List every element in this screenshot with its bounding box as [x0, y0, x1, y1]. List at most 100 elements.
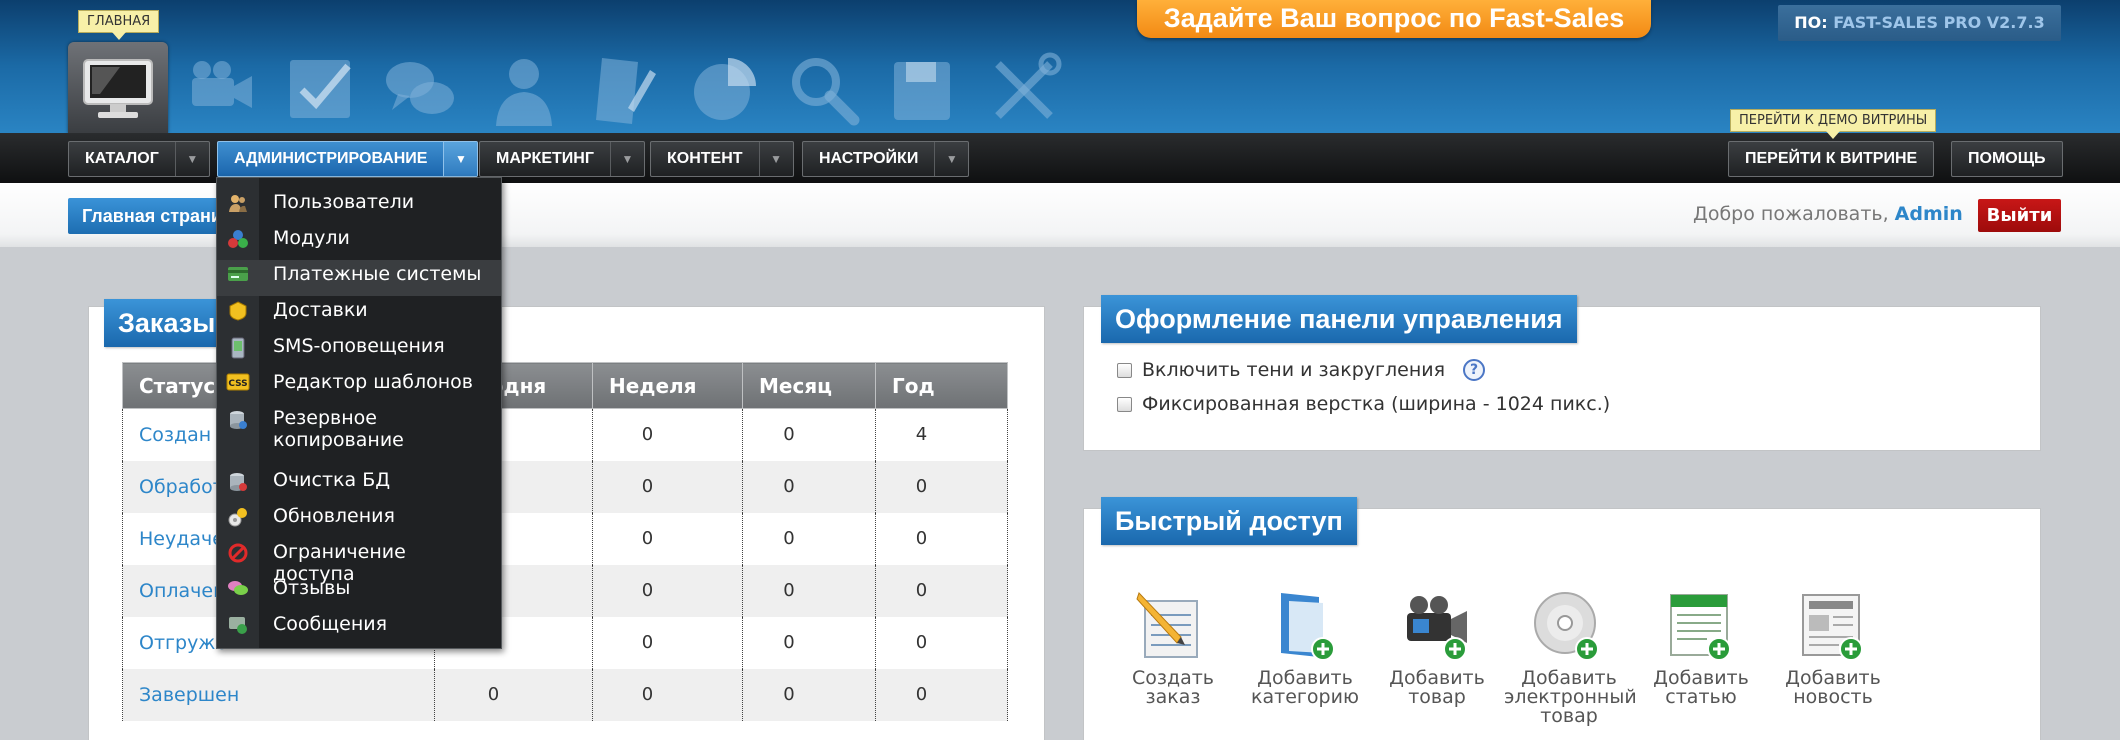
menu-item-label: Доставки	[273, 299, 368, 321]
logout-button[interactable]: Выйти	[1978, 199, 2061, 232]
menu-item-modules[interactable]: Модули	[217, 224, 501, 260]
storefront-button[interactable]: ПЕРЕЙТИ К ВИТРИНЕ	[1728, 141, 1935, 177]
messages-icon	[217, 610, 259, 635]
version-box: ПО: FAST-SALES PRO V2.7.3	[1778, 5, 2061, 41]
menu-administration[interactable]: АДМИНИСТРИРОВАНИЕ ▼	[217, 141, 479, 177]
menu-item-label: SMS-оповещения	[273, 335, 445, 357]
backup-icon	[217, 404, 259, 431]
menu-item-access-restriction[interactable]: Ограничение доступа	[217, 538, 501, 585]
floppy-disk-icon[interactable]	[884, 52, 964, 128]
menu-item-payment-systems[interactable]: Платежные системы	[217, 260, 501, 296]
menu-item-label: Платежные системы	[273, 263, 482, 285]
fixed-layout-option-label: Фиксированная верстка (ширина - 1024 пик…	[1142, 393, 1611, 415]
menu-item-label: Резервное копирование	[273, 407, 404, 451]
home-tooltip: ГЛАВНАЯ	[78, 10, 160, 40]
count-month: 0	[742, 460, 876, 513]
menu-item-reviews[interactable]: Отзывы	[217, 574, 501, 610]
table-row: Завершен 0 0 0 0	[122, 668, 1008, 721]
calendar-check-icon[interactable]	[282, 52, 362, 128]
phone-icon	[217, 332, 259, 359]
add-digital-product-shortcut[interactable]: Добавить электронный товар	[1504, 587, 1637, 727]
menu-catalog[interactable]: КАТАЛОГ ▼	[68, 141, 210, 177]
quick-access-panel: Быстрый доступ Создать заказ Добавить ка…	[1083, 497, 2041, 740]
menu-item-sms[interactable]: SMS-оповещения	[217, 332, 501, 368]
add-category-label: Добавить категорию	[1251, 667, 1359, 708]
breadcrumb[interactable]: Главная страница	[68, 198, 228, 234]
count-year: 0	[875, 512, 1008, 565]
count-week: 0	[592, 460, 743, 513]
chevron-down-icon[interactable]: ▼	[758, 142, 793, 176]
menu-item-label: Пользователи	[273, 191, 415, 213]
menu-item-users[interactable]: Пользователи	[217, 188, 501, 224]
add-article-label: Добавить статью	[1653, 667, 1749, 708]
user-icon[interactable]	[484, 52, 564, 128]
help-button[interactable]: ПОМОЩЬ	[1951, 141, 2063, 177]
magnifier-icon[interactable]	[784, 52, 864, 128]
menu-content-label: КОНТЕНТ	[667, 150, 743, 167]
fixed-layout-option[interactable]: Фиксированная верстка (ширина - 1024 пик…	[1117, 393, 1610, 415]
column-header-week: Неделя	[592, 362, 743, 409]
add-news-shortcut[interactable]: Добавить новость	[1768, 587, 1898, 707]
user-link[interactable]: Admin	[1895, 203, 1963, 225]
menu-item-template-editor[interactable]: CSS Редактор шаблонов	[217, 368, 501, 404]
count-month: 0	[742, 512, 876, 565]
status-link[interactable]: Завершен	[122, 668, 435, 721]
create-order-shortcut[interactable]: Создать заказ	[1108, 587, 1238, 707]
menu-item-label: Обновления	[273, 505, 395, 527]
count-month: 0	[742, 564, 876, 617]
help-icon[interactable]: ?	[1463, 359, 1486, 381]
chat-bubbles-icon[interactable]	[380, 52, 460, 128]
chevron-down-icon[interactable]: ▼	[934, 142, 968, 176]
count-week: 0	[592, 408, 743, 461]
folder-add-icon	[1281, 593, 1335, 661]
design-title: Оформление панели управления	[1101, 295, 1577, 343]
count-today: 0	[434, 668, 593, 721]
database-clean-icon	[217, 466, 259, 493]
add-article-shortcut[interactable]: Добавить статью	[1636, 587, 1766, 707]
fixed-layout-checkbox[interactable]	[1117, 396, 1132, 412]
menu-item-label: Модули	[273, 227, 350, 249]
shadows-option[interactable]: Включить тени и закругления ?	[1117, 359, 1486, 381]
demo-tooltip: ПЕРЕЙТИ К ДЕМО ВИТРИНЫ	[1730, 109, 1937, 139]
video-camera-icon[interactable]	[182, 52, 262, 128]
modules-icon	[217, 224, 259, 249]
ask-question-banner[interactable]: Задайте Ваш вопрос по Fast-Sales	[1137, 0, 1651, 38]
monitor-icon	[83, 59, 153, 118]
shadows-checkbox[interactable]	[1117, 362, 1132, 378]
menu-item-delivery[interactable]: Доставки	[217, 296, 501, 332]
disc-add-icon	[1534, 592, 1599, 661]
orders-title: Заказы	[104, 299, 230, 347]
home-button[interactable]	[68, 42, 168, 134]
main-menu-bar: КАТАЛОГ ▼ АДМИНИСТРИРОВАНИЕ ▼ МАРКЕТИНГ …	[0, 133, 2120, 183]
menu-item-label: Отзывы	[273, 577, 351, 599]
menu-settings[interactable]: НАСТРОЙКИ ▼	[802, 141, 970, 177]
restriction-icon	[217, 538, 259, 563]
updates-icon	[217, 502, 259, 527]
add-category-shortcut[interactable]: Добавить категорию	[1240, 587, 1370, 707]
create-order-label: Создать заказ	[1131, 667, 1215, 708]
count-year: 0	[875, 460, 1008, 513]
pie-chart-icon[interactable]	[684, 52, 764, 128]
menu-marketing[interactable]: МАРКЕТИНГ ▼	[479, 141, 645, 177]
menu-item-backup[interactable]: Резервное копирование	[217, 404, 501, 466]
count-week: 0	[592, 616, 743, 669]
document-pen-icon[interactable]	[584, 52, 664, 128]
menu-item-db-cleanup[interactable]: Очистка БД	[217, 466, 501, 502]
add-product-shortcut[interactable]: Добавить товар	[1372, 587, 1502, 707]
menu-item-messages[interactable]: Сообщения	[217, 610, 501, 646]
add-digital-product-label: Добавить электронный товар	[1504, 667, 1637, 727]
menu-item-label: Сообщения	[273, 613, 388, 635]
tools-icon[interactable]	[984, 52, 1064, 128]
chevron-down-icon[interactable]: ▼	[609, 142, 644, 176]
shadows-option-label: Включить тени и закругления	[1142, 359, 1446, 381]
notepad-pencil-icon	[1136, 592, 1198, 658]
count-year: 0	[875, 564, 1008, 617]
design-panel: Оформление панели управления Включить те…	[1083, 295, 2041, 451]
camera-add-icon	[1407, 596, 1467, 661]
chevron-down-icon[interactable]: ▼	[174, 142, 209, 176]
administration-dropdown: Пользователи Модули Платежные системы До…	[216, 177, 502, 649]
menu-content[interactable]: КОНТЕНТ ▼	[650, 141, 794, 177]
menu-item-updates[interactable]: Обновления	[217, 502, 501, 538]
chevron-down-icon[interactable]: ▼	[443, 142, 478, 176]
count-week: 0	[592, 564, 743, 617]
